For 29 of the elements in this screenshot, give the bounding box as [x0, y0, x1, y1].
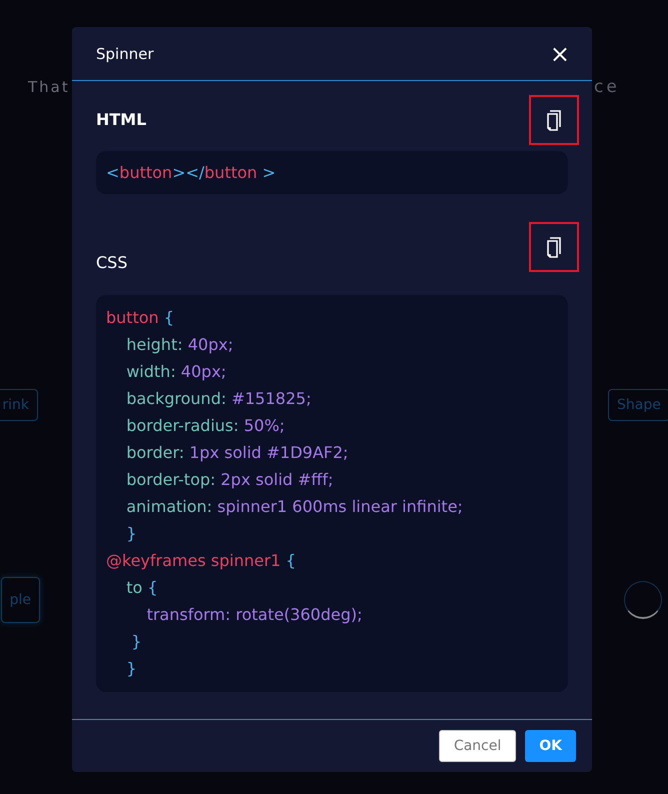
code-line: }: [130, 631, 143, 653]
code-line: height: 40px;: [125, 334, 234, 356]
section-label: HTML: [96, 110, 146, 129]
effect-button[interactable]: ple: [0, 577, 40, 623]
effect-button[interactable]: rink: [0, 389, 38, 421]
code-line: }: [125, 523, 138, 545]
code-line: <button></button >: [106, 162, 277, 184]
code-line: transform: rotate(360deg);: [146, 604, 364, 626]
close-button[interactable]: ×: [546, 40, 574, 66]
copy-button[interactable]: [529, 222, 579, 272]
code-line: background: #151825;: [125, 388, 312, 410]
cancel-button[interactable]: Cancel: [438, 730, 516, 762]
code-line: border: 1px solid #1D9AF2;: [125, 442, 350, 464]
section-label: CSS: [96, 253, 128, 272]
code-line: border-top: 2px solid #fff;: [125, 469, 334, 491]
code-line: button {: [106, 307, 176, 329]
effect-button[interactable]: Shape: [608, 389, 668, 421]
tagline-text: That: [28, 78, 70, 96]
code-line: to {: [125, 577, 159, 599]
code-line: animation: spinner1 600ms linear infinite;: [125, 496, 464, 518]
dialog-title: Spinner: [96, 44, 154, 62]
copy-button[interactable]: [529, 94, 579, 144]
code-line: border-radius: 50%;: [125, 415, 286, 437]
code-line: width: 40px;: [125, 361, 228, 383]
ok-button[interactable]: OK: [525, 730, 576, 762]
tagline-text: ce: [594, 77, 620, 97]
code-line: }: [125, 658, 138, 680]
code-line: @keyframes spinner1 {: [106, 550, 297, 572]
spinner-icon: [624, 581, 662, 619]
